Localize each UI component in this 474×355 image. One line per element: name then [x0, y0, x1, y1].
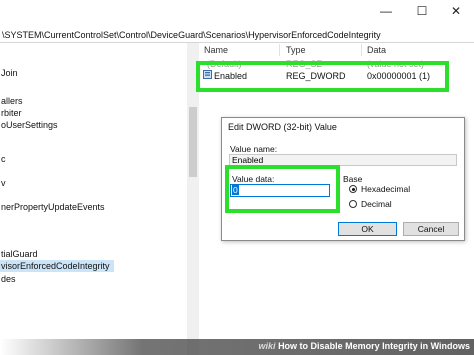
- radio-decimal[interactable]: [349, 200, 357, 208]
- tree-item[interactable]: nerPropertyUpdateEvents: [0, 201, 105, 213]
- tree-item[interactable]: c: [0, 153, 6, 165]
- tree-item[interactable]: oUserSettings: [0, 119, 58, 131]
- highlight-value-data: [225, 165, 340, 213]
- base-label: Base: [343, 174, 363, 184]
- tree-item[interactable]: v: [0, 177, 6, 189]
- tree-item[interactable]: [0, 213, 1, 225]
- hexadecimal-label[interactable]: Hexadecimal: [361, 184, 410, 194]
- brand-logo: wiki: [258, 341, 276, 351]
- column-header-data[interactable]: Data: [367, 43, 386, 57]
- column-separator[interactable]: [279, 44, 280, 56]
- column-header-type[interactable]: Type: [286, 43, 306, 57]
- tree-item[interactable]: allers: [0, 95, 23, 107]
- column-header-name[interactable]: Name: [204, 43, 228, 57]
- tree-item-selected[interactable]: visorEnforcedCodeIntegrity: [0, 260, 114, 272]
- decimal-label[interactable]: Decimal: [361, 199, 392, 209]
- footer-caption: wiki How to Disable Memory Integrity in …: [259, 341, 470, 351]
- radio-hexadecimal[interactable]: [349, 185, 357, 193]
- value-name-label: Value name:: [230, 144, 278, 154]
- tree-item[interactable]: rbiter: [0, 107, 22, 119]
- highlight-enabled-row: [196, 61, 449, 92]
- ok-button[interactable]: OK: [338, 222, 397, 236]
- title-bar: — ☐ ✕: [0, 0, 474, 22]
- dialog-title: Edit DWORD (32-bit) Value: [228, 122, 337, 132]
- column-separator[interactable]: [361, 44, 362, 56]
- address-bar[interactable]: \SYSTEM\CurrentControlSet\Control\Device…: [0, 29, 474, 42]
- tree-item[interactable]: tialGuard: [0, 248, 38, 260]
- tree-scrollbar-thumb[interactable]: [189, 107, 197, 177]
- footer-title: How to Disable Memory Integrity in Windo…: [278, 341, 470, 351]
- maximize-icon[interactable]: ☐: [404, 0, 440, 22]
- tree-item[interactable]: Join: [0, 67, 18, 79]
- key-tree-pane: Join allers rbiter oUserSettings c v ner…: [0, 43, 187, 355]
- tree-item[interactable]: des: [0, 273, 16, 285]
- close-icon[interactable]: ✕: [438, 0, 474, 22]
- minimize-icon[interactable]: —: [368, 0, 404, 22]
- cancel-button[interactable]: Cancel: [403, 222, 459, 236]
